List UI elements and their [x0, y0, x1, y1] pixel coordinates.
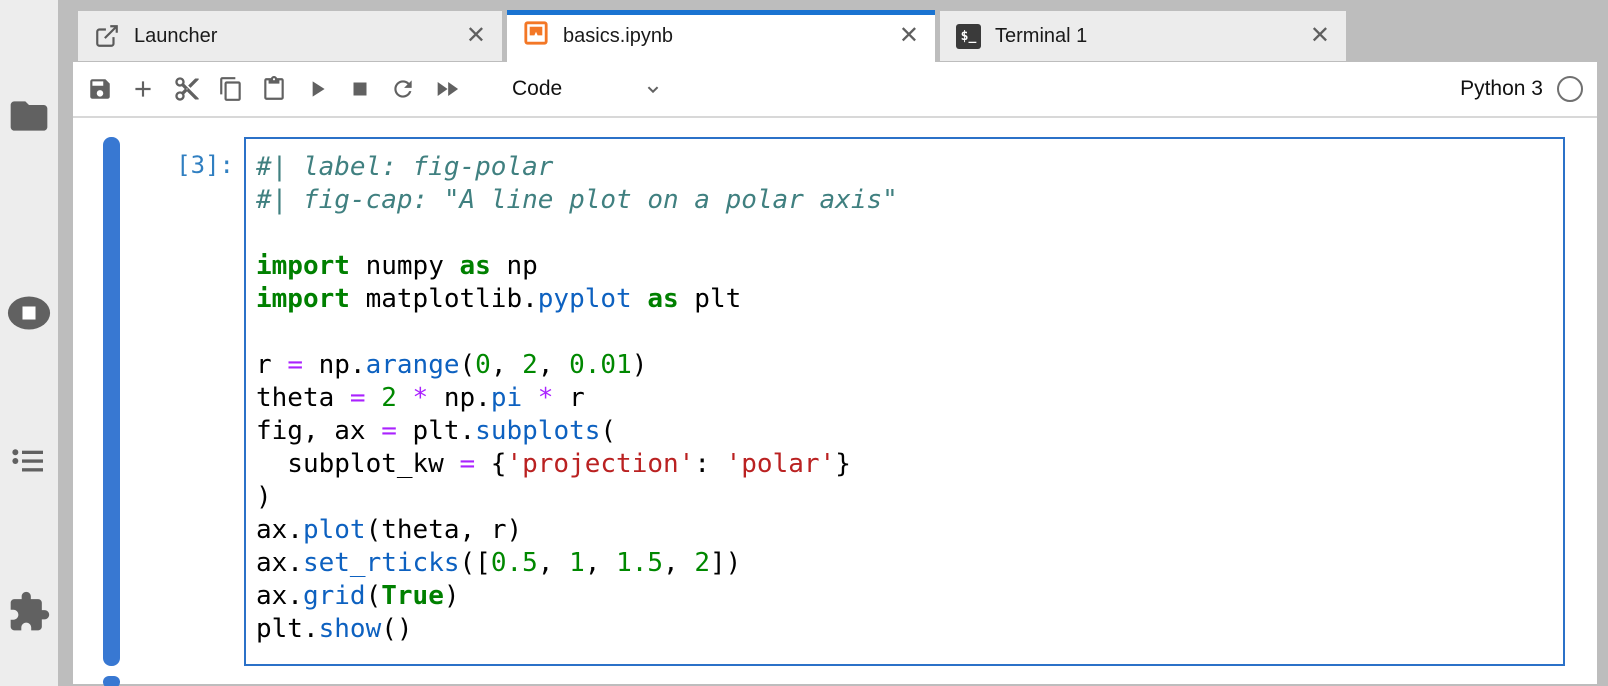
code-line: ax.set_rticks([0.5, 1, 1.5, 2])	[256, 547, 1555, 580]
tab-bar: Launcher ✕ basics.ipynb ✕ $_ Terminal 1 …	[73, 0, 1597, 62]
kernel-name: Python 3	[1460, 77, 1543, 101]
close-icon[interactable]: ✕	[899, 24, 919, 48]
code-line: subplot_kw = {'projection': 'polar'}	[256, 448, 1555, 481]
code-line: theta = 2 * np.pi * r	[256, 382, 1555, 415]
code-line: import numpy as np	[256, 250, 1555, 283]
kernel-status-icon	[1557, 76, 1583, 102]
cell-type-value: Code	[512, 77, 562, 101]
launcher-icon	[94, 23, 120, 49]
code-line: r = np.arange(0, 2, 0.01)	[256, 349, 1555, 382]
code-line	[256, 217, 1555, 250]
code-cell: [3]: #| label: fig-polar#| fig-cap: "A l…	[73, 118, 1597, 666]
tab-launcher[interactable]: Launcher ✕	[77, 10, 503, 62]
extension-manager-icon[interactable]	[7, 590, 51, 634]
cell-type-dropdown[interactable]: Code	[512, 77, 664, 101]
running-kernels-icon[interactable]	[6, 290, 52, 336]
notebook-toolbar: Code Python 3	[73, 62, 1597, 118]
code-line: )	[256, 481, 1555, 514]
code-line: plt.show()	[256, 613, 1555, 646]
close-icon[interactable]: ✕	[1310, 24, 1330, 48]
save-button[interactable]	[87, 76, 113, 102]
activity-sidebar	[0, 0, 58, 686]
cell-collapser[interactable]	[103, 137, 120, 666]
copy-cell-button[interactable]	[218, 76, 244, 102]
insert-cell-button[interactable]	[130, 76, 156, 102]
tab-terminal[interactable]: $_ Terminal 1 ✕	[939, 10, 1347, 62]
code-line: ax.grid(True)	[256, 580, 1555, 613]
code-line: fig, ax = plt.subplots(	[256, 415, 1555, 448]
close-icon[interactable]: ✕	[466, 24, 486, 48]
chevron-down-icon	[642, 78, 664, 100]
tab-notebook[interactable]: basics.ipynb ✕	[507, 10, 935, 62]
notebook-icon	[523, 20, 549, 52]
kernel-indicator[interactable]: Python 3	[1460, 76, 1583, 102]
tab-label: basics.ipynb	[563, 25, 899, 48]
code-line: ax.plot(theta, r)	[256, 514, 1555, 547]
notebook-area: [3]: #| label: fig-polar#| fig-cap: "A l…	[73, 118, 1597, 684]
code-line: #| label: fig-polar	[256, 151, 1555, 184]
execution-count-prompt: [3]:	[120, 137, 244, 666]
code-line: #| fig-cap: "A line plot on a polar axis…	[256, 184, 1555, 217]
code-lines: #| label: fig-polar#| fig-cap: "A line p…	[256, 151, 1555, 646]
main-panel: Launcher ✕ basics.ipynb ✕ $_ Terminal 1 …	[73, 0, 1597, 686]
table-of-contents-icon[interactable]	[8, 440, 50, 482]
cut-cell-button[interactable]	[173, 75, 201, 103]
file-browser-icon[interactable]	[7, 94, 51, 138]
restart-kernel-button[interactable]	[390, 76, 416, 102]
interrupt-kernel-button[interactable]	[347, 76, 373, 102]
tab-label: Terminal 1	[995, 25, 1310, 48]
run-cell-button[interactable]	[304, 76, 330, 102]
run-all-button[interactable]	[433, 75, 461, 103]
next-cell-collapser[interactable]	[103, 676, 120, 686]
terminal-icon: $_	[956, 24, 981, 49]
paste-cell-button[interactable]	[261, 76, 287, 102]
code-line: import matplotlib.pyplot as plt	[256, 283, 1555, 316]
code-line	[256, 316, 1555, 349]
tab-label: Launcher	[134, 25, 466, 48]
code-editor[interactable]: #| label: fig-polar#| fig-cap: "A line p…	[244, 137, 1565, 666]
